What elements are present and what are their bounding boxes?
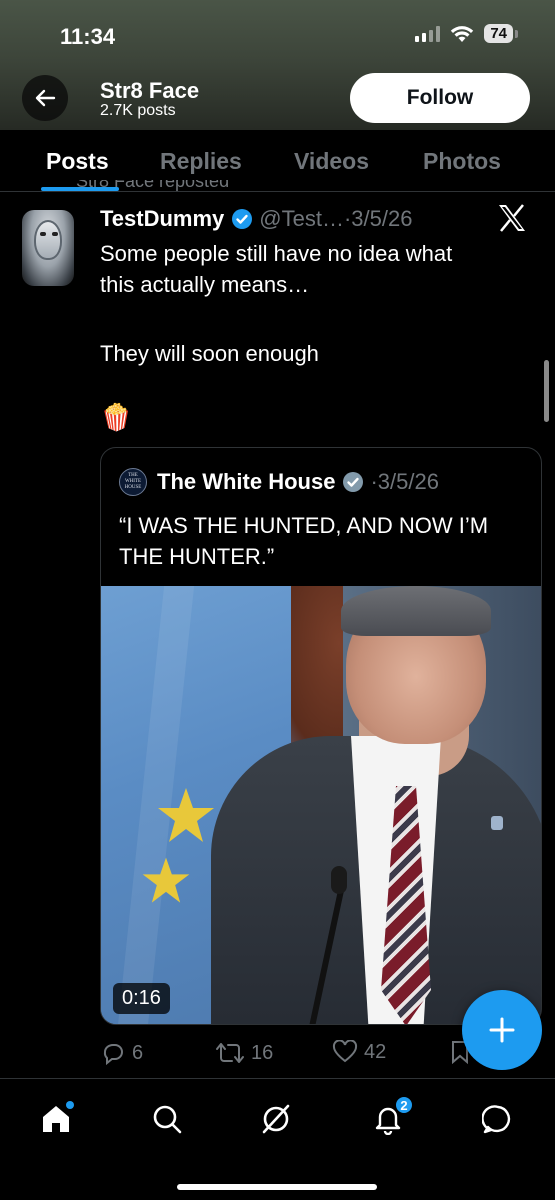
repost-button[interactable]: 16 bbox=[215, 1040, 273, 1066]
signal-icon bbox=[415, 25, 441, 42]
nav-grok[interactable] bbox=[256, 1099, 296, 1139]
status-time: 11:34 bbox=[60, 24, 116, 49]
quote-author-name: The White House bbox=[157, 469, 336, 494]
search-icon bbox=[153, 1105, 182, 1134]
repost-icon bbox=[216, 1043, 244, 1063]
tweet-text-line: Some people still have no idea what bbox=[100, 241, 453, 266]
tweet-text-line: They will soon enough bbox=[100, 341, 319, 366]
tab-videos[interactable]: Videos bbox=[294, 148, 369, 175]
bottom-navigation: 2 bbox=[0, 1078, 555, 1200]
battery-icon: 74 bbox=[484, 24, 518, 43]
new-posts-dot bbox=[66, 1101, 74, 1109]
avatar[interactable] bbox=[22, 210, 74, 286]
status-icons: 74 bbox=[415, 24, 518, 43]
author-name[interactable]: TestDummy bbox=[100, 206, 224, 232]
quoted-tweet[interactable]: THE WHITE HOUSE The White House ·3/5/26 … bbox=[100, 447, 542, 1025]
flag-star-icon bbox=[158, 788, 214, 842]
tab-replies[interactable]: Replies bbox=[160, 148, 242, 175]
tweet-date: ·3/5/26 bbox=[343, 206, 413, 231]
tweet-text-line: this actually means… bbox=[100, 272, 310, 297]
notifications-badge: 2 bbox=[394, 1095, 414, 1115]
follow-button[interactable]: Follow bbox=[350, 73, 530, 123]
quote-date: ·3/5/26 bbox=[370, 469, 439, 494]
video-duration: 0:16 bbox=[113, 983, 170, 1014]
author-handle: @Test… bbox=[259, 206, 344, 231]
profile-posts-count: 2.7K posts bbox=[100, 102, 176, 119]
nav-search[interactable] bbox=[147, 1099, 187, 1139]
flag-star-icon bbox=[142, 857, 190, 903]
x-logo-icon bbox=[499, 204, 525, 232]
tweet-author-line: TestDummy @Test… ·3/5/26 bbox=[100, 206, 412, 232]
quote-author-line: THE WHITE HOUSE The White House ·3/5/26 bbox=[119, 468, 439, 496]
profile-header: 11:34 74 Str8 Face 2.7K posts Follow bbox=[0, 0, 555, 130]
home-indicator bbox=[177, 1184, 377, 1190]
wifi-icon bbox=[451, 25, 474, 42]
quote-text: “I WAS THE HUNTED, AND NOW I’M THE HUNTE… bbox=[119, 513, 489, 569]
plus-icon bbox=[489, 1017, 515, 1043]
verified-badge-icon bbox=[231, 208, 253, 230]
messages-icon bbox=[482, 1105, 511, 1134]
grok-icon bbox=[262, 1104, 290, 1134]
heart-icon bbox=[332, 1040, 358, 1063]
white-house-logo: THE WHITE HOUSE bbox=[119, 468, 147, 496]
scrollbar[interactable] bbox=[544, 360, 549, 422]
nav-notifications[interactable]: 2 bbox=[368, 1095, 414, 1139]
video-player[interactable]: 0:16 bbox=[101, 586, 541, 1024]
nav-home[interactable] bbox=[36, 1099, 76, 1139]
reply-icon bbox=[103, 1044, 123, 1066]
like-button[interactable]: 42 bbox=[332, 1040, 386, 1064]
tab-photos[interactable]: Photos bbox=[423, 148, 501, 175]
repost-indicator: Str8 Face reposted bbox=[76, 180, 230, 191]
nav-messages[interactable] bbox=[478, 1099, 518, 1139]
tab-posts[interactable]: Posts bbox=[46, 148, 109, 175]
profile-name: Str8 Face bbox=[100, 78, 200, 103]
verified-badge-icon bbox=[342, 471, 364, 493]
compose-post-button[interactable] bbox=[462, 990, 542, 1070]
reply-button[interactable]: 6 bbox=[100, 1040, 143, 1066]
popcorn-emoji: 🍿 bbox=[100, 402, 133, 432]
arrow-left-icon bbox=[35, 89, 56, 107]
back-button[interactable] bbox=[22, 75, 68, 121]
